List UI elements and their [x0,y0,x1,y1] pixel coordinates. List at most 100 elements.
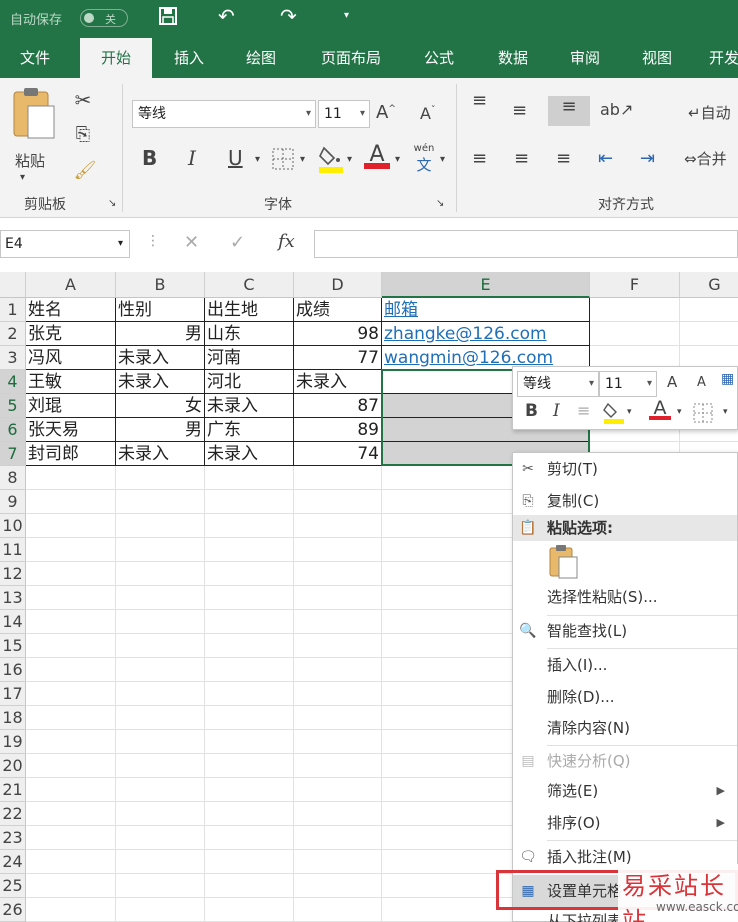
cell[interactable]: 未录入 [205,394,294,418]
cell[interactable] [294,490,382,514]
row-header[interactable]: 12 [0,562,26,586]
column-header-f[interactable]: F [590,272,680,298]
cell[interactable] [205,634,294,658]
tab-review[interactable]: 审阅 [556,38,614,78]
undo-icon[interactable]: ↶ [218,4,235,28]
menu-item-copy[interactable]: ⎘ 复制(C) [513,485,737,517]
cell[interactable] [116,826,205,850]
align-left-icon[interactable]: ≡ [472,148,487,169]
cell[interactable]: 87 [294,394,382,418]
menu-item-clear-contents[interactable]: 清除内容(N) [513,712,737,744]
cell[interactable] [294,466,382,490]
cell[interactable]: 封司郎 [26,442,116,466]
cell[interactable] [294,610,382,634]
tab-developer[interactable]: 开发 [704,38,738,78]
cell[interactable] [26,466,116,490]
menu-item-insert[interactable]: 插入(I)... [513,649,737,681]
font-color-dropdown-icon[interactable]: ▾ [395,154,400,165]
cell[interactable] [205,778,294,802]
cell[interactable] [294,802,382,826]
cell[interactable] [116,802,205,826]
cell[interactable] [26,850,116,874]
formula-input[interactable] [314,230,738,258]
cell[interactable] [26,898,116,922]
format-painter-icon[interactable]: 🖌 [72,160,98,181]
cell[interactable] [680,322,738,346]
insert-function-icon[interactable]: fx [278,231,295,252]
align-center-icon[interactable]: ≡ [514,148,529,169]
cell[interactable] [116,586,205,610]
tab-file[interactable]: 文件 [6,38,64,78]
underline-button[interactable]: U [228,146,243,170]
cell[interactable] [294,634,382,658]
fill-color-dropdown-icon[interactable]: ▾ [347,154,352,165]
column-header-c[interactable]: C [205,272,294,298]
cell[interactable]: 张天易 [26,418,116,442]
cell[interactable] [205,562,294,586]
row-header[interactable]: 5 [0,394,26,418]
row-header[interactable]: 3 [0,346,26,370]
mini-font-name-combo[interactable]: 等线 ▾ [517,371,599,397]
mini-borders-icon[interactable] [693,403,713,428]
cell[interactable] [680,298,738,322]
menu-item-delete[interactable]: 删除(D)... [513,681,737,713]
tab-view[interactable]: 视图 [628,38,686,78]
cell[interactable] [294,850,382,874]
cell[interactable]: 出生地 [205,298,294,322]
cell[interactable] [205,586,294,610]
row-header[interactable]: 18 [0,706,26,730]
column-header-a[interactable]: A [26,272,116,298]
align-right-icon[interactable]: ≡ [556,148,571,169]
cell[interactable]: 74 [294,442,382,466]
cell[interactable] [116,466,205,490]
cell[interactable] [294,874,382,898]
cell[interactable] [590,298,680,322]
cell[interactable] [26,514,116,538]
cell[interactable]: 89 [294,418,382,442]
row-header[interactable]: 25 [0,874,26,898]
phonetic-dropdown-icon[interactable]: ▾ [440,154,445,165]
paste-button[interactable]: 粘贴 [10,150,50,171]
cell[interactable] [116,658,205,682]
cell[interactable] [26,826,116,850]
cell[interactable] [26,562,116,586]
increase-indent-icon[interactable]: ⇥ [640,148,655,169]
row-header[interactable]: 15 [0,634,26,658]
cell[interactable] [116,634,205,658]
cell[interactable] [590,322,680,346]
menu-item-paste-special[interactable]: 选择性粘贴(S)... [513,581,737,613]
row-header[interactable]: 16 [0,658,26,682]
bold-button[interactable]: B [142,146,157,170]
cell[interactable] [205,658,294,682]
font-size-combo[interactable]: 11 ▾ [318,100,370,128]
underline-dropdown-icon[interactable]: ▾ [255,154,260,165]
cell[interactable] [26,874,116,898]
row-header[interactable]: 22 [0,802,26,826]
cell[interactable]: 未录入 [116,346,205,370]
cell[interactable] [205,490,294,514]
paste-icon[interactable] [10,86,58,146]
font-launcher-icon[interactable]: ↘ [436,198,444,209]
cell[interactable]: 冯风 [26,346,116,370]
cancel-icon[interactable]: ✕ [184,232,199,253]
orientation-icon[interactable]: ab↗ [600,100,633,119]
cell[interactable]: 未录入 [116,442,205,466]
cell[interactable] [294,658,382,682]
paste-dropdown-icon[interactable]: ▾ [20,172,25,183]
cell[interactable] [205,730,294,754]
enter-icon[interactable]: ✓ [230,232,245,253]
tab-formulas[interactable]: 公式 [410,38,468,78]
cell[interactable]: 77 [294,346,382,370]
cell[interactable]: 张克 [26,322,116,346]
cell[interactable]: 性别 [116,298,205,322]
cell[interactable] [116,610,205,634]
mini-bold-button[interactable]: B [525,401,538,421]
align-top-icon[interactable]: ≡ [472,92,487,110]
select-all-corner[interactable] [0,272,26,298]
cell[interactable] [26,706,116,730]
row-header[interactable]: 9 [0,490,26,514]
cell[interactable] [294,826,382,850]
borders-icon[interactable] [272,148,294,175]
cell[interactable] [26,730,116,754]
mini-align-icon[interactable]: ≡ [577,401,590,420]
